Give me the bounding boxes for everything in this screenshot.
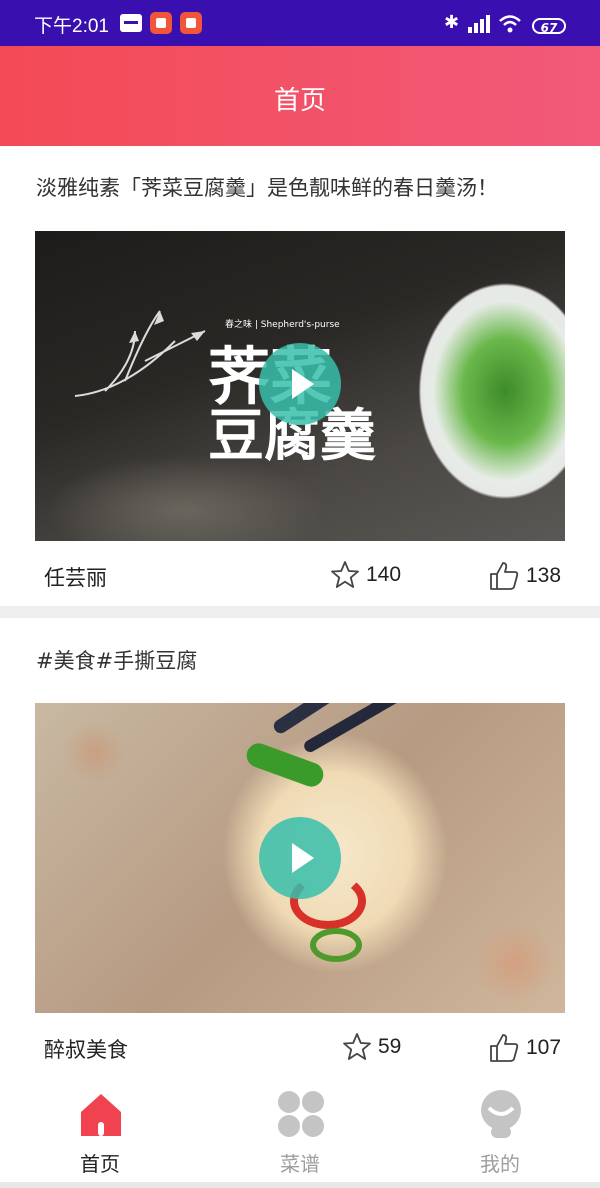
app-notification-icon [180,12,202,34]
status-time: 下午2:01 [34,16,109,37]
battery-icon: 67 [532,18,566,35]
post-title[interactable]: 淡雅纯素「荠菜豆腐羹」是色靓味鲜的春日羹汤！ [36,172,498,202]
like-count: 107 [526,1036,562,1059]
herb-drawing [74,310,206,397]
post-title[interactable]: #美食#手撕豆腐 [36,645,197,675]
post-meta: 醉叔美食 59 107 [0,1028,600,1068]
tab-label: 首页 [80,1152,120,1176]
author-name[interactable]: 醉叔美食 [44,1034,128,1064]
like-count: 138 [526,564,562,587]
bluetooth-icon: ✱ [444,12,460,33]
thumbs-up-icon [490,562,519,590]
divider [0,1182,600,1188]
thumbs-up-icon [490,1034,519,1062]
like-button[interactable]: 138 [488,560,561,592]
overlay-caption: 春之味 | Shepherd's-purse [225,320,340,330]
bottom-tab-bar: 首页 菜谱 我的 [0,1080,600,1188]
favorite-button[interactable]: 140 [330,560,401,590]
video-thumbnail[interactable] [35,703,565,1013]
page-title: 首页 [273,86,326,116]
favorite-count: 59 [378,1035,402,1058]
like-button[interactable]: 107 [488,1032,561,1064]
play-icon[interactable] [259,817,341,899]
app-notification-icon [150,12,172,34]
profile-icon [481,1090,521,1138]
wifi-icon [499,15,521,33]
scallion-ring [310,928,362,962]
author-name[interactable]: 任芸丽 [44,562,107,592]
chopsticks [271,703,531,736]
home-icon [81,1094,121,1136]
message-icon [120,14,142,32]
favorite-button[interactable]: 59 [342,1032,401,1062]
play-icon[interactable] [259,343,341,425]
tab-profile[interactable]: 我的 [400,1080,600,1188]
app-header: 首页 [0,46,600,146]
video-thumbnail[interactable]: 荠菜 豆腐羹 春之味 | Shepherd's-purse [35,231,565,541]
divider [0,606,600,618]
recipes-icon [278,1091,324,1137]
favorite-count: 140 [366,563,402,586]
tab-home[interactable]: 首页 [0,1080,200,1188]
tab-recipes[interactable]: 菜谱 [200,1080,400,1188]
signal-icon [468,15,490,33]
tab-label: 我的 [480,1152,520,1176]
status-bar: 下午2:01 ✱ 67 [0,0,600,46]
tab-label: 菜谱 [280,1152,320,1176]
chopsticks [302,703,534,755]
star-icon [331,561,359,588]
star-icon [343,1033,371,1060]
post-meta: 任芸丽 140 138 [0,556,600,596]
